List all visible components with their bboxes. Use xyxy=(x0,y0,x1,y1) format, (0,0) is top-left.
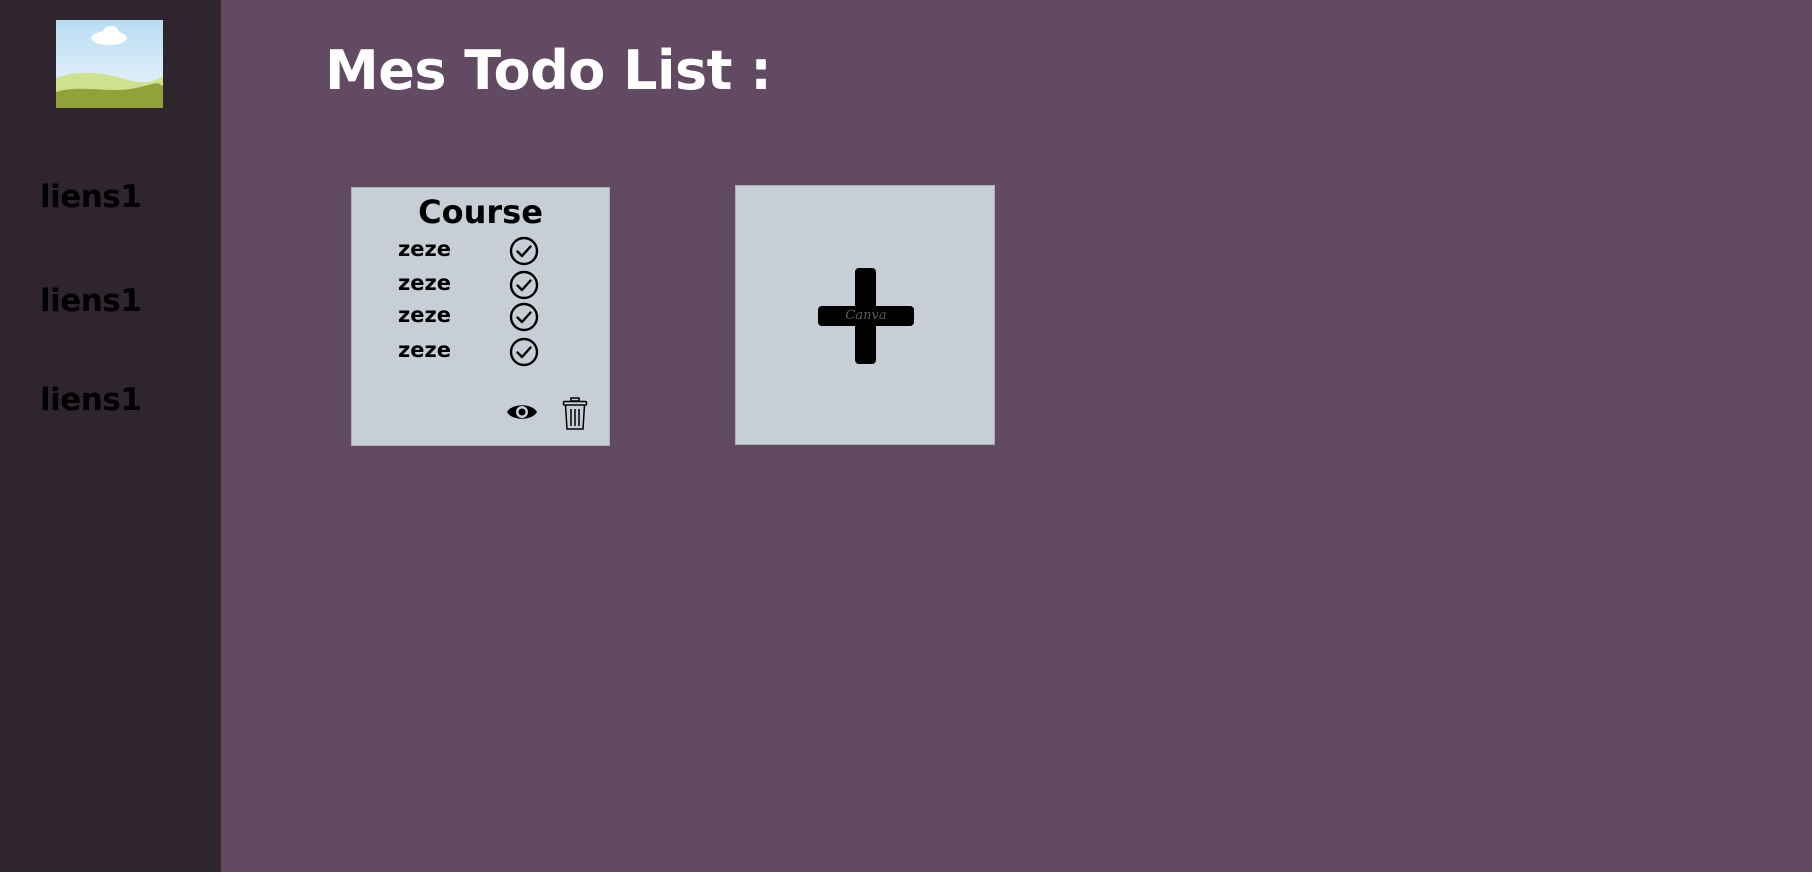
todo-item: zeze xyxy=(398,337,548,369)
plus-icon: Canva xyxy=(818,268,914,364)
check-circle-icon[interactable] xyxy=(509,236,539,266)
sidebar-link-1[interactable]: liens1 xyxy=(40,182,142,213)
trash-icon[interactable] xyxy=(562,397,588,431)
sidebar: liens1 liens1 liens1 xyxy=(0,0,221,872)
app-root: liens1 liens1 liens1 Mes Todo List : Cou… xyxy=(0,0,1812,872)
todo-item: zeze xyxy=(398,302,548,334)
todo-list-card[interactable]: Course zeze zeze zeze zeze xyxy=(351,187,610,446)
page-title: Mes Todo List : xyxy=(325,39,772,102)
eye-icon[interactable] xyxy=(506,400,538,424)
check-circle-icon[interactable] xyxy=(509,270,539,300)
image-placeholder-icon xyxy=(56,20,163,108)
sidebar-link-2[interactable]: liens1 xyxy=(40,286,142,317)
todo-item: zeze xyxy=(398,236,548,268)
todo-list-title: Course xyxy=(418,193,543,231)
todo-item-label: zeze xyxy=(398,271,451,295)
sidebar-link-3[interactable]: liens1 xyxy=(40,385,142,416)
todo-item-label: zeze xyxy=(398,303,451,327)
watermark-text: Canva xyxy=(845,308,887,323)
todo-item-label: zeze xyxy=(398,237,451,261)
todo-item-label: zeze xyxy=(398,338,451,362)
check-circle-icon[interactable] xyxy=(509,302,539,332)
todo-item: zeze xyxy=(398,270,548,302)
logo-image xyxy=(56,20,163,108)
check-circle-icon[interactable] xyxy=(509,337,539,367)
add-list-button[interactable]: Canva xyxy=(735,185,995,445)
